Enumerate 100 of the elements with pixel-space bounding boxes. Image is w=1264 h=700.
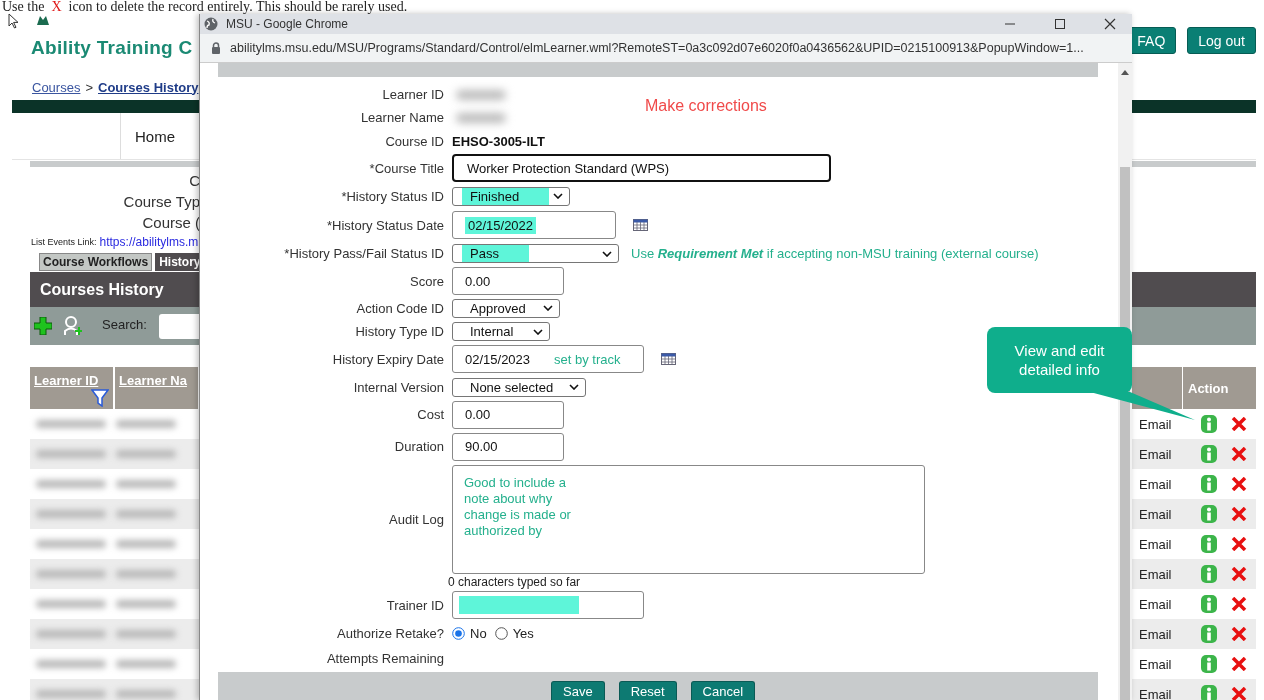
caret-icon (602, 250, 612, 257)
breadcrumb-separator: > (85, 79, 93, 95)
delete-icon[interactable] (1231, 477, 1247, 491)
scroll-up-icon[interactable] (1121, 70, 1129, 75)
email-link[interactable]: Email (1130, 596, 1201, 612)
info-icon[interactable] (1201, 475, 1217, 493)
dropdown[interactable]: Approved (452, 298, 560, 318)
redacted-text (36, 660, 106, 668)
calendar-icon[interactable] (633, 219, 648, 231)
field-label: Cost (416, 407, 444, 422)
email-link[interactable]: Email (1130, 566, 1201, 582)
events-label: List Events Link: (31, 237, 97, 247)
input-field[interactable]: 90.00 (452, 432, 564, 461)
redacted-text (116, 480, 176, 488)
email-link[interactable]: Email (1130, 686, 1201, 700)
email-link[interactable]: Email (1130, 626, 1201, 642)
field-label: Course ID (384, 133, 444, 149)
close-icon[interactable] (1104, 18, 1116, 30)
dropdown[interactable]: Internal (452, 322, 550, 341)
field-label: Learner ID (381, 87, 444, 102)
email-link[interactable]: Email (1130, 416, 1201, 432)
dropdown[interactable]: Pass (452, 244, 619, 263)
events-link[interactable]: https://abilitylms.m (99, 235, 199, 249)
caret-icon (533, 328, 543, 335)
dropdown[interactable]: None selected (452, 377, 586, 397)
maximize-icon[interactable] (1054, 18, 1066, 30)
caret-icon (543, 305, 553, 311)
add-icon[interactable] (34, 317, 52, 335)
delete-icon[interactable] (1231, 597, 1247, 611)
email-link[interactable]: Email (1130, 446, 1201, 462)
info-icon[interactable] (1201, 595, 1217, 613)
course-info-text: C (189, 171, 200, 191)
calendar-icon[interactable] (661, 353, 676, 365)
date-field[interactable]: 02/15/2023 set by track (452, 345, 644, 373)
info-icon[interactable] (1201, 445, 1217, 463)
email-link[interactable]: Email (1130, 476, 1201, 492)
redacted-text (116, 630, 176, 638)
delete-icon[interactable] (1231, 567, 1247, 581)
field-label: *Course Title (368, 160, 444, 176)
radio-button[interactable] (452, 627, 465, 640)
site-title: Ability Training C (31, 37, 193, 59)
add-user-icon[interactable] (64, 316, 82, 336)
input-field[interactable]: 0.00 (452, 267, 564, 295)
email-link[interactable]: Email (1130, 656, 1201, 672)
delete-icon[interactable] (1231, 657, 1247, 671)
filter-icon[interactable] (91, 389, 109, 407)
field-label: Internal Version (352, 379, 444, 395)
dropdown[interactable]: Finished (452, 186, 570, 206)
field-label: *History Pass/Fail Status ID (283, 246, 444, 261)
delete-icon[interactable] (1231, 627, 1247, 641)
redacted-text (36, 570, 106, 578)
breadcrumb-link[interactable]: Courses History (98, 79, 199, 95)
annotation-text: Make corrections (645, 97, 767, 115)
email-link[interactable]: Email (1130, 506, 1201, 522)
caret-icon (569, 384, 579, 390)
redacted-text (116, 570, 176, 578)
delete-icon[interactable] (1231, 507, 1247, 521)
breadcrumb-link[interactable]: Courses (32, 79, 81, 95)
course-info-text: Course ( (142, 213, 200, 233)
header-button[interactable]: Log out (1187, 27, 1256, 54)
info-icon[interactable] (1201, 625, 1217, 643)
delete-icon[interactable] (1231, 417, 1247, 431)
info-icon[interactable] (1201, 415, 1217, 433)
redacted-text (116, 510, 176, 518)
logo-icon (37, 16, 49, 25)
field-label: Authorize Retake? (336, 626, 444, 641)
character-count: 0 characters typed so far (448, 575, 582, 589)
info-icon[interactable] (1201, 565, 1217, 583)
tab[interactable]: Course Workflows (39, 253, 153, 271)
delete-icon[interactable] (1231, 537, 1247, 551)
redacted-text (36, 690, 106, 698)
cursor-icon (8, 13, 19, 29)
delete-icon[interactable] (1231, 687, 1247, 700)
nav-item[interactable]: Home (120, 113, 189, 159)
form-button[interactable]: Cancel (690, 681, 756, 700)
date-field[interactable]: 02/15/2022 (452, 211, 616, 239)
delete-icon[interactable] (1231, 447, 1247, 461)
redacted-text (36, 540, 106, 548)
redacted-text (36, 510, 106, 518)
info-icon[interactable] (1201, 655, 1217, 673)
email-link[interactable]: Email (1130, 536, 1201, 552)
input-field[interactable] (452, 591, 644, 619)
form-button[interactable]: Save (551, 681, 605, 700)
address-bar[interactable]: abilitylms.msu.edu/MSU/Programs/Standard/Control/elmLearner.wml?RemoteST=0a3c092d07e6020f0a0436562&UPID=0215100913&PopupWindow=1... (200, 34, 1132, 63)
form-button[interactable]: Reset (618, 681, 677, 700)
field-label: Score (409, 273, 444, 289)
field-label: Action Code ID (355, 300, 444, 316)
info-icon[interactable] (1201, 505, 1217, 523)
radio-label: No (470, 626, 487, 641)
input-field[interactable]: 0.00 (452, 400, 564, 429)
radio-button[interactable] (494, 627, 508, 640)
info-icon[interactable] (1201, 685, 1217, 700)
field-label: Learner Name (359, 110, 444, 125)
course-info-text: Course Typ (123, 192, 200, 212)
panel-title: Courses History (40, 280, 164, 299)
search-label: Search: (102, 316, 147, 332)
input-field[interactable]: Worker Protection Standard (WPS) (452, 154, 831, 182)
field-label: Duration (393, 439, 444, 454)
info-icon[interactable] (1201, 535, 1217, 553)
delete-mark: X (51, 0, 62, 14)
